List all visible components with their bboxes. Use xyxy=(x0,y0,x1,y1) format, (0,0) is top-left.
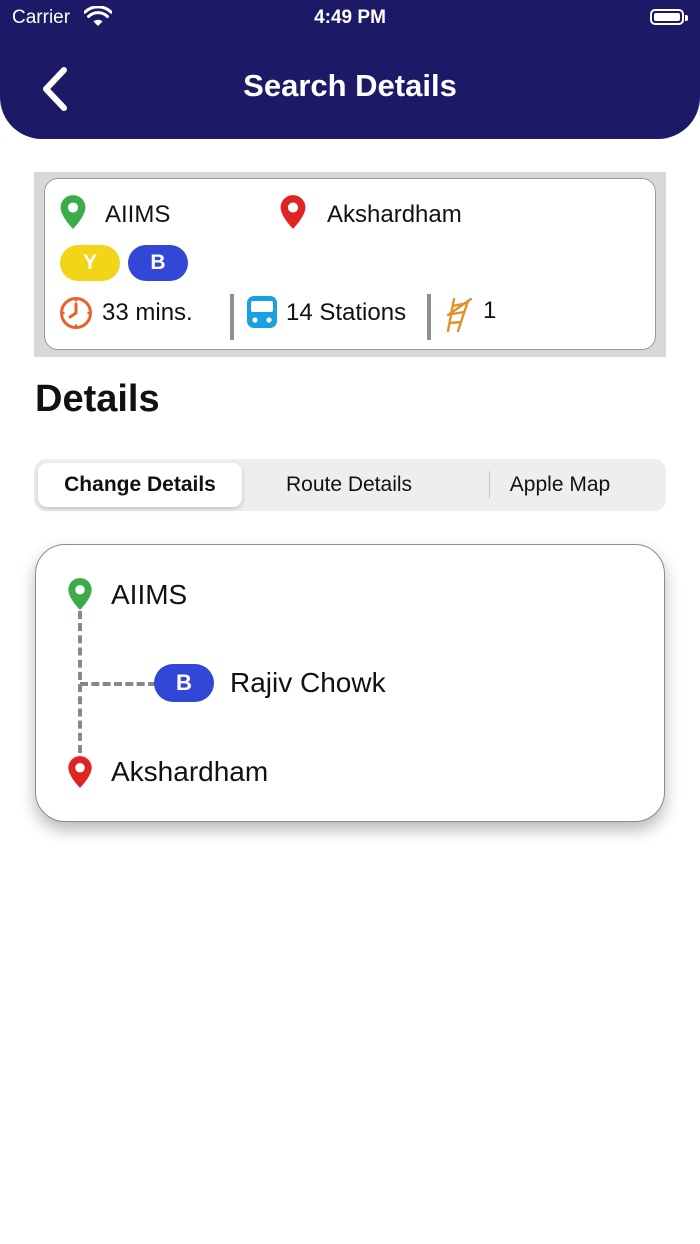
status-bar: Carrier 4:49 PM xyxy=(0,0,700,36)
details-segmented-control: Change Details Route Details Apple Map xyxy=(34,459,666,511)
details-heading: Details xyxy=(35,378,160,420)
route-start-station: AIIMS xyxy=(111,579,188,610)
summary-container: AIIMS Akshardham Y B 33 mins. 14 Station… xyxy=(34,172,666,357)
stat-divider xyxy=(230,294,234,340)
station-count: 14 Stations xyxy=(286,299,407,326)
interchange-icon xyxy=(446,297,473,333)
battery-icon xyxy=(650,9,688,25)
page-title: Search Details xyxy=(243,68,457,103)
destination-pin-icon xyxy=(280,195,306,229)
interchange-count: 1 xyxy=(483,297,497,324)
journey-summary-card: AIIMS Akshardham Y B 33 mins. 14 Station… xyxy=(44,178,656,350)
train-icon xyxy=(247,296,277,328)
origin-pin-icon xyxy=(60,195,86,229)
change-line-badge: B xyxy=(154,664,214,702)
destination-pin-icon xyxy=(68,756,92,788)
journey-duration: 33 mins. xyxy=(102,299,193,326)
tab-apple-map[interactable]: Apple Map xyxy=(458,463,662,507)
line-badge-yellow: Y xyxy=(60,245,120,281)
status-time: 4:49 PM xyxy=(314,7,386,28)
tab-change-details[interactable]: Change Details xyxy=(38,463,242,507)
tab-route-details[interactable]: Route Details xyxy=(246,463,452,507)
origin-pin-icon xyxy=(68,578,92,610)
change-station: Rajiv Chowk xyxy=(230,667,386,698)
route-branch-line xyxy=(80,682,156,686)
app-header: Carrier 4:49 PM Search Details xyxy=(0,0,700,139)
from-station: AIIMS xyxy=(105,201,171,228)
clock-icon xyxy=(60,297,92,329)
route-end-station: Akshardham xyxy=(111,756,269,787)
line-badge-blue: B xyxy=(128,245,188,281)
to-station: Akshardham xyxy=(327,201,462,228)
change-details-card: AIIMS B Rajiv Chowk Akshardham xyxy=(35,544,665,822)
stat-divider xyxy=(427,294,431,340)
